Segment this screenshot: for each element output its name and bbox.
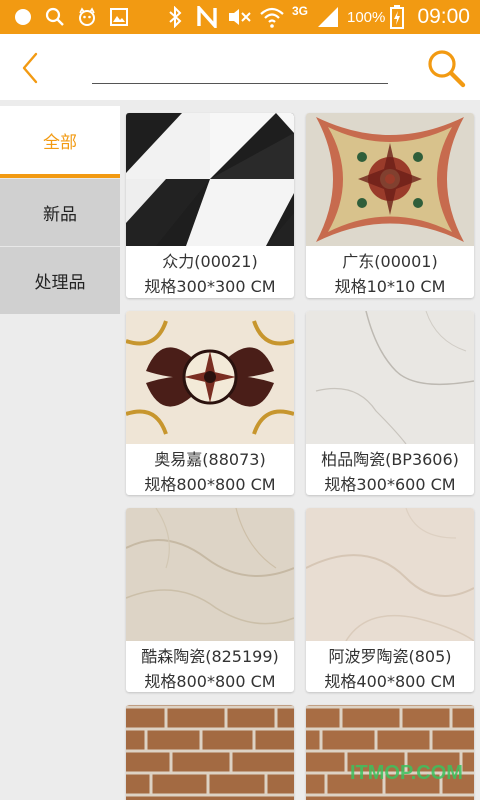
network-type-label: 3G [292, 4, 309, 18]
product-image [126, 508, 294, 641]
product-card[interactable]: 酷森陶瓷(825199) 规格800*800 CM [126, 508, 294, 692]
product-image [126, 705, 294, 800]
product-image [126, 113, 294, 246]
product-spec: 规格800*800 CM [144, 672, 276, 691]
product-spec: 规格300*300 CM [144, 277, 276, 296]
product-spec: 规格400*800 CM [324, 672, 456, 691]
cat-icon [74, 0, 100, 34]
sidebar-item-new[interactable]: 新品 [0, 178, 120, 246]
product-name: 奥易嘉(88073) [154, 450, 266, 469]
product-name: 广东(00001) [342, 252, 438, 271]
notification-dot-icon [10, 0, 36, 34]
top-app-bar [0, 34, 480, 100]
muted-icon [226, 0, 254, 34]
sidebar-item-label: 全部 [43, 132, 77, 153]
product-image [306, 508, 474, 641]
bluetooth-icon [164, 0, 186, 34]
signal-icon [314, 0, 342, 34]
back-button[interactable] [14, 48, 50, 88]
battery-percent-label: 100% [347, 8, 386, 26]
product-card[interactable] [126, 705, 294, 800]
battery-icon [386, 0, 408, 34]
product-card[interactable]: 众力(00021) 规格300*300 CM [126, 113, 294, 298]
product-card[interactable]: 奥易嘉(88073) 规格800*800 CM [126, 311, 294, 495]
clock-time: 09:00 [417, 5, 470, 28]
chevron-left-icon [22, 52, 38, 84]
search-icon [42, 0, 68, 34]
nfc-icon [194, 0, 220, 34]
magnifier-icon [428, 50, 466, 88]
product-spec: 规格300*600 CM [324, 475, 456, 494]
product-spec: 规格10*10 CM [334, 277, 446, 296]
product-name: 柏品陶瓷(BP3606) [321, 450, 459, 469]
product-card[interactable]: 阿波罗陶瓷(805) 规格400*800 CM [306, 508, 474, 692]
sidebar-item-clearance[interactable]: 处理品 [0, 246, 120, 314]
watermark-text: ITMOP.COM [350, 762, 463, 784]
wifi-icon [258, 0, 286, 34]
product-image [306, 113, 474, 246]
product-card[interactable] [306, 705, 474, 800]
product-name: 众力(00021) [162, 252, 258, 271]
product-name: 酷森陶瓷(825199) [141, 647, 279, 666]
product-image [306, 705, 474, 800]
category-sidebar: 全部 新品 处理品 [0, 106, 120, 800]
product-spec: 规格800*800 CM [144, 475, 276, 494]
product-card[interactable]: 广东(00001) 规格10*10 CM [306, 113, 474, 298]
sidebar-item-all[interactable]: 全部 [0, 106, 120, 178]
sidebar-item-label: 处理品 [34, 273, 86, 293]
search-button[interactable] [424, 46, 468, 90]
product-name: 阿波罗陶瓷(805) [328, 647, 452, 666]
image-icon [106, 0, 132, 34]
status-bar: 3G 100% 09:00 [0, 0, 480, 34]
product-image [306, 311, 474, 444]
product-image [126, 311, 294, 444]
search-input[interactable] [92, 56, 388, 84]
product-card[interactable]: 柏品陶瓷(BP3606) 规格300*600 CM [306, 311, 474, 495]
sidebar-item-label: 新品 [43, 205, 77, 225]
